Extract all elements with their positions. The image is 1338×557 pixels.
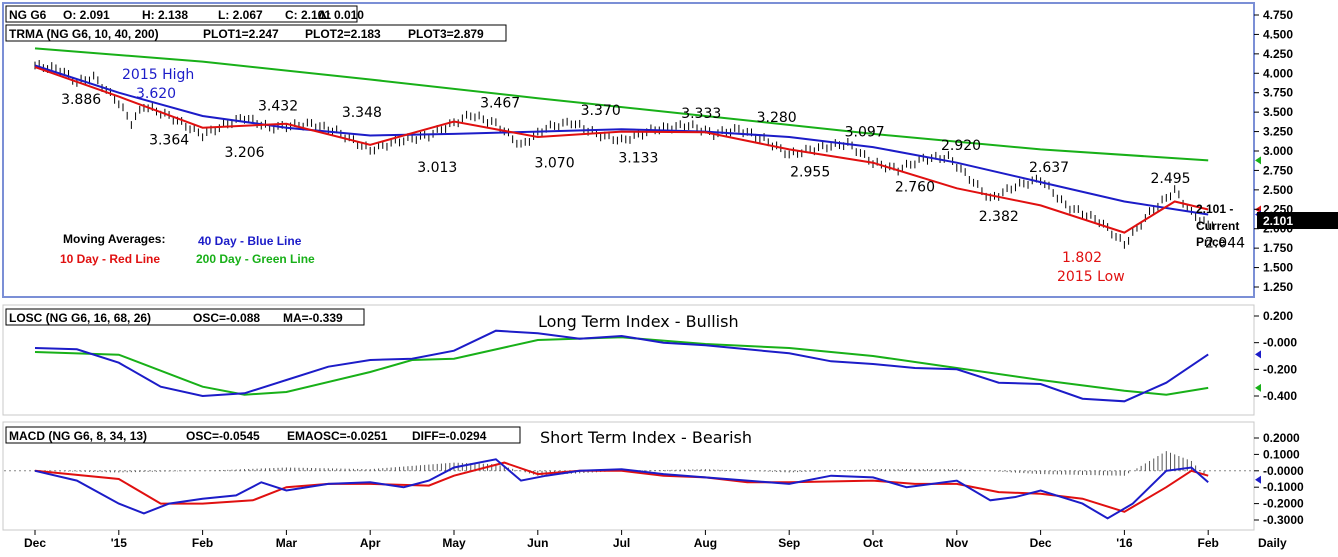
annotation-2015-low: 2015 Low — [1057, 269, 1125, 285]
macd-osc-label: OSC=-0.0545 — [186, 429, 260, 443]
y-tick-label: 4.500 — [1263, 27, 1293, 41]
y-tick-label: -0.0000 — [1263, 464, 1304, 478]
annotation-high-value: 3.620 — [136, 86, 176, 102]
losc-osc-label: OSC=-0.088 — [193, 311, 260, 325]
y-tick-label: -0.2000 — [1263, 497, 1304, 511]
current-price-line2: Current — [1196, 219, 1239, 233]
price-value-label: 3.280 — [757, 110, 797, 126]
y-tick-label: 1.750 — [1263, 241, 1293, 255]
price-value-label: 3.364 — [149, 133, 189, 149]
x-tick-label: Apr — [360, 536, 381, 550]
x-tick-label: Dec — [1030, 536, 1052, 550]
x-tick-label: Sep — [778, 536, 800, 550]
y-tick-label: 4.250 — [1263, 47, 1293, 61]
x-tick-label: Nov — [945, 536, 968, 550]
y-tick-label: 3.250 — [1263, 125, 1293, 139]
price-value-label: 3.370 — [581, 103, 621, 119]
x-tick-label: Feb — [1198, 536, 1219, 550]
plot1-label: PLOT1=2.247 — [203, 27, 279, 41]
delta-label: Δ: 0.010 — [318, 8, 364, 22]
macd-emaosc-label: EMAOSC=-0.0251 — [287, 429, 388, 443]
macd-label: MACD (NG G6, 8, 34, 13) — [9, 429, 147, 443]
macd-title: Short Term Index - Bearish — [540, 428, 752, 447]
y-tick-label: 2.750 — [1263, 163, 1293, 177]
axis-marker — [1255, 350, 1261, 359]
annotation-2015-high: 2015 High — [122, 67, 194, 83]
price-value-label: 2.760 — [895, 180, 935, 196]
y-tick-label: 4.000 — [1263, 66, 1293, 80]
y-tick-label: 1.250 — [1263, 280, 1293, 294]
y-tick-label: -0.200 — [1263, 362, 1297, 376]
price-value-label: 3.467 — [480, 96, 520, 112]
open-label: O: 2.091 — [63, 8, 110, 22]
y-tick-label: 1.500 — [1263, 261, 1293, 275]
macd-diff-label: DIFF=-0.0294 — [412, 429, 487, 443]
x-tick-label: Dec — [24, 536, 46, 550]
y-tick-label: 0.1000 — [1263, 447, 1300, 461]
price-value-label: 3.206 — [225, 145, 265, 161]
plot2-label: PLOT2=2.183 — [305, 27, 381, 41]
macd-header: MACD (NG G6, 8, 34, 13) OSC=-0.0545 EMAO… — [5, 426, 521, 444]
y-tick-label: 4.750 — [1263, 8, 1293, 22]
price-value-label: 2.920 — [941, 138, 981, 154]
losc-title: Long Term Index - Bullish — [538, 312, 739, 331]
y-tick-label: 2.500 — [1263, 183, 1293, 197]
y-tick-label: -0.000 — [1263, 336, 1297, 350]
period-label: Daily — [1258, 536, 1287, 550]
trma-label: TRMA (NG G6, 10, 40, 200) — [9, 27, 159, 41]
current-price-badge-text: 2.101 — [1263, 214, 1293, 228]
ohlc-header: NG G6 O: 2.091 H: 2.138 L: 2.067 C: 2.10… — [5, 5, 364, 23]
price-value-label: 2.382 — [979, 209, 1019, 225]
price-value-label: 3.013 — [417, 160, 457, 176]
price-value-label: 3.133 — [618, 151, 658, 167]
x-tick-label: Oct — [863, 536, 883, 550]
price-value-label: 3.432 — [258, 98, 298, 114]
y-tick-label: 3.000 — [1263, 144, 1293, 158]
low-label: L: 2.067 — [218, 8, 263, 22]
price-value-label: 3.097 — [845, 124, 885, 140]
legend-heading: Moving Averages: — [63, 232, 165, 246]
y-tick-label: -0.1000 — [1263, 480, 1304, 494]
plot3-label: PLOT3=2.879 — [408, 27, 484, 41]
chart-canvas: NG G6 O: 2.091 H: 2.138 L: 2.067 C: 2.10… — [2, 2, 1338, 550]
price-value-label: 3.333 — [681, 106, 721, 122]
losc-label: LOSC (NG G6, 16, 68, 26) — [9, 311, 151, 325]
axis-marker — [1255, 383, 1261, 392]
y-tick-label: 3.500 — [1263, 105, 1293, 119]
price-value-label: 3.070 — [535, 156, 575, 172]
axis-marker — [1255, 156, 1261, 165]
x-tick-label: '15 — [111, 536, 128, 550]
y-tick-label: -0.400 — [1263, 389, 1297, 403]
symbol-label: NG G6 — [9, 8, 47, 22]
annotation-low-value: 1.802 — [1062, 250, 1102, 266]
x-tick-label: May — [442, 536, 466, 550]
current-price-line3: Price — [1196, 235, 1226, 249]
price-value-label: 3.886 — [61, 92, 101, 108]
x-tick-label: Jul — [613, 536, 630, 550]
high-label: H: 2.138 — [142, 8, 188, 22]
legend-green: 200 Day - Green Line — [196, 252, 315, 266]
y-tick-label: 0.2000 — [1263, 431, 1300, 445]
x-tick-label: Feb — [192, 536, 213, 550]
price-value-label: 3.348 — [342, 105, 382, 121]
x-tick-label: Mar — [276, 536, 298, 550]
price-value-label: 2.495 — [1150, 171, 1190, 187]
losc-header: LOSC (NG G6, 16, 68, 26) OSC=-0.088 MA=-… — [5, 308, 365, 326]
y-tick-label: -0.3000 — [1263, 513, 1304, 527]
price-value-label: 2.637 — [1029, 160, 1069, 176]
losc-ma-label: MA=-0.339 — [283, 311, 343, 325]
y-tick-label: 3.750 — [1263, 86, 1293, 100]
legend-blue: 40 Day - Blue Line — [198, 234, 302, 248]
trma-header: TRMA (NG G6, 10, 40, 200) PLOT1=2.247 PL… — [5, 24, 507, 42]
legend-red: 10 Day - Red Line — [60, 252, 160, 266]
y-tick-label: 0.200 — [1263, 309, 1293, 323]
x-tick-label: Aug — [694, 536, 717, 550]
price-value-label: 2.955 — [790, 164, 830, 180]
axis-marker — [1255, 475, 1261, 484]
current-price-value: 2.101 - — [1196, 202, 1233, 216]
x-tick-label: Jun — [527, 536, 548, 550]
x-tick-label: '16 — [1116, 536, 1133, 550]
